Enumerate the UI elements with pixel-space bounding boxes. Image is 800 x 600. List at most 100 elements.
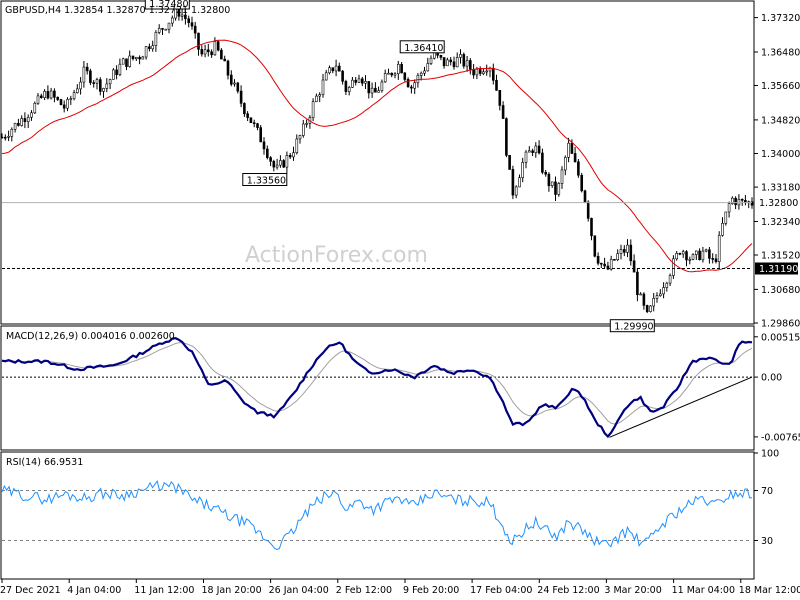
candle-body bbox=[226, 60, 230, 76]
x-tick-label: 27 Dec 2021 bbox=[0, 585, 61, 596]
x-tick-label: 26 Jan 04:00 bbox=[269, 585, 329, 596]
candle-body bbox=[642, 293, 646, 306]
candle-body bbox=[318, 94, 322, 97]
x-tick-label: 18 Mar 12:00 bbox=[739, 585, 800, 596]
candle-body bbox=[377, 90, 380, 93]
candle-body bbox=[13, 123, 17, 130]
candle-body bbox=[10, 129, 14, 137]
candle-body bbox=[609, 258, 613, 270]
candle-body bbox=[439, 54, 443, 58]
candle-body bbox=[17, 123, 20, 126]
chart-stage: 1.37480 1.33560 1.36410 1.29990 1.37320 1.36… bbox=[0, 0, 800, 600]
candle-body bbox=[99, 79, 102, 92]
candle-body bbox=[315, 95, 318, 102]
candle-body bbox=[370, 87, 374, 94]
candle-body bbox=[550, 181, 554, 186]
candle-body bbox=[727, 203, 731, 213]
y-tick-label: 30 bbox=[761, 536, 773, 547]
candle-body bbox=[85, 66, 89, 72]
candle-body bbox=[429, 57, 433, 64]
x-tick-label: 18 Jan 20:00 bbox=[202, 585, 262, 596]
price-annotation: 1.29990 bbox=[609, 319, 655, 333]
candle-body bbox=[144, 46, 148, 58]
candle-body bbox=[223, 58, 226, 62]
y-tick-label: 1.36480 bbox=[761, 48, 800, 59]
candle-body bbox=[213, 41, 217, 56]
candle-body bbox=[187, 18, 190, 23]
candle-body bbox=[413, 82, 417, 89]
candle-body bbox=[645, 305, 649, 312]
candle-body bbox=[649, 305, 652, 312]
candle-body bbox=[387, 72, 390, 75]
candle-body bbox=[390, 72, 394, 76]
candle-body bbox=[92, 82, 95, 84]
candle-body bbox=[207, 49, 210, 53]
candle-body bbox=[423, 70, 426, 74]
candle-body bbox=[246, 113, 249, 118]
y-tick-label: 0.00 bbox=[761, 373, 782, 384]
candle-body bbox=[216, 41, 220, 51]
candle-body bbox=[46, 91, 50, 99]
candle-body bbox=[544, 172, 548, 175]
candle-body bbox=[203, 49, 207, 55]
y-tick-label: 1.33180 bbox=[761, 183, 800, 194]
candle-body bbox=[220, 49, 223, 60]
candle-body bbox=[233, 82, 236, 85]
candle-body bbox=[272, 161, 276, 168]
candle-body bbox=[190, 22, 194, 27]
candle-body bbox=[521, 162, 525, 178]
candle-body bbox=[583, 190, 587, 203]
watermark: ActionForex.com bbox=[245, 243, 428, 268]
candle-body bbox=[161, 28, 164, 30]
candle-body bbox=[714, 258, 718, 262]
candle-body bbox=[531, 150, 534, 153]
candle-body bbox=[112, 69, 115, 80]
candle-body bbox=[79, 81, 82, 90]
candle-body bbox=[599, 262, 603, 265]
candle-body bbox=[672, 258, 675, 276]
candle-body bbox=[105, 83, 109, 89]
candle-body bbox=[557, 183, 561, 195]
candle-body bbox=[721, 223, 724, 236]
candle-body bbox=[708, 249, 711, 259]
candle-body bbox=[485, 70, 489, 73]
candle-body bbox=[658, 293, 662, 296]
candle-body bbox=[282, 160, 286, 168]
candle-body bbox=[279, 160, 282, 166]
candle-body bbox=[518, 177, 521, 188]
candle-body bbox=[701, 250, 705, 261]
candle-body bbox=[619, 249, 623, 254]
candle-body bbox=[249, 117, 253, 123]
candle-body bbox=[465, 60, 469, 67]
candle-body bbox=[331, 67, 335, 72]
candle-body bbox=[357, 78, 361, 83]
candle-body bbox=[33, 103, 37, 114]
candle-body bbox=[53, 90, 56, 98]
candle-body bbox=[524, 151, 528, 163]
candle-body bbox=[505, 118, 508, 156]
price-annotation: 1.36410 bbox=[399, 40, 445, 54]
candle-body bbox=[43, 91, 46, 99]
candle-body bbox=[256, 123, 259, 128]
candle-body bbox=[301, 123, 305, 136]
candle-body bbox=[442, 57, 446, 67]
y-tick-label: 0.005152 bbox=[761, 332, 800, 343]
candle-body bbox=[295, 138, 299, 153]
gbpusd-chart: 1.374801.335601.364101.29990 1.373201.36… bbox=[0, 0, 800, 596]
candle-body bbox=[514, 186, 518, 196]
y-tick-label: 1.29860 bbox=[761, 319, 800, 330]
candle-body bbox=[39, 95, 43, 99]
candle-body bbox=[259, 127, 263, 143]
candle-body bbox=[108, 79, 112, 85]
price-annotation: 1.33560 bbox=[242, 173, 288, 187]
candle-body bbox=[698, 250, 701, 260]
candle-body bbox=[498, 90, 502, 106]
price-tag: 1.32800 bbox=[755, 196, 798, 209]
candle-body bbox=[567, 142, 570, 158]
candle-body bbox=[675, 253, 679, 260]
candle-body bbox=[305, 123, 308, 125]
candle-body bbox=[141, 56, 145, 60]
candle-body bbox=[475, 68, 479, 76]
candle-body bbox=[30, 112, 33, 118]
candle-body bbox=[347, 87, 351, 92]
